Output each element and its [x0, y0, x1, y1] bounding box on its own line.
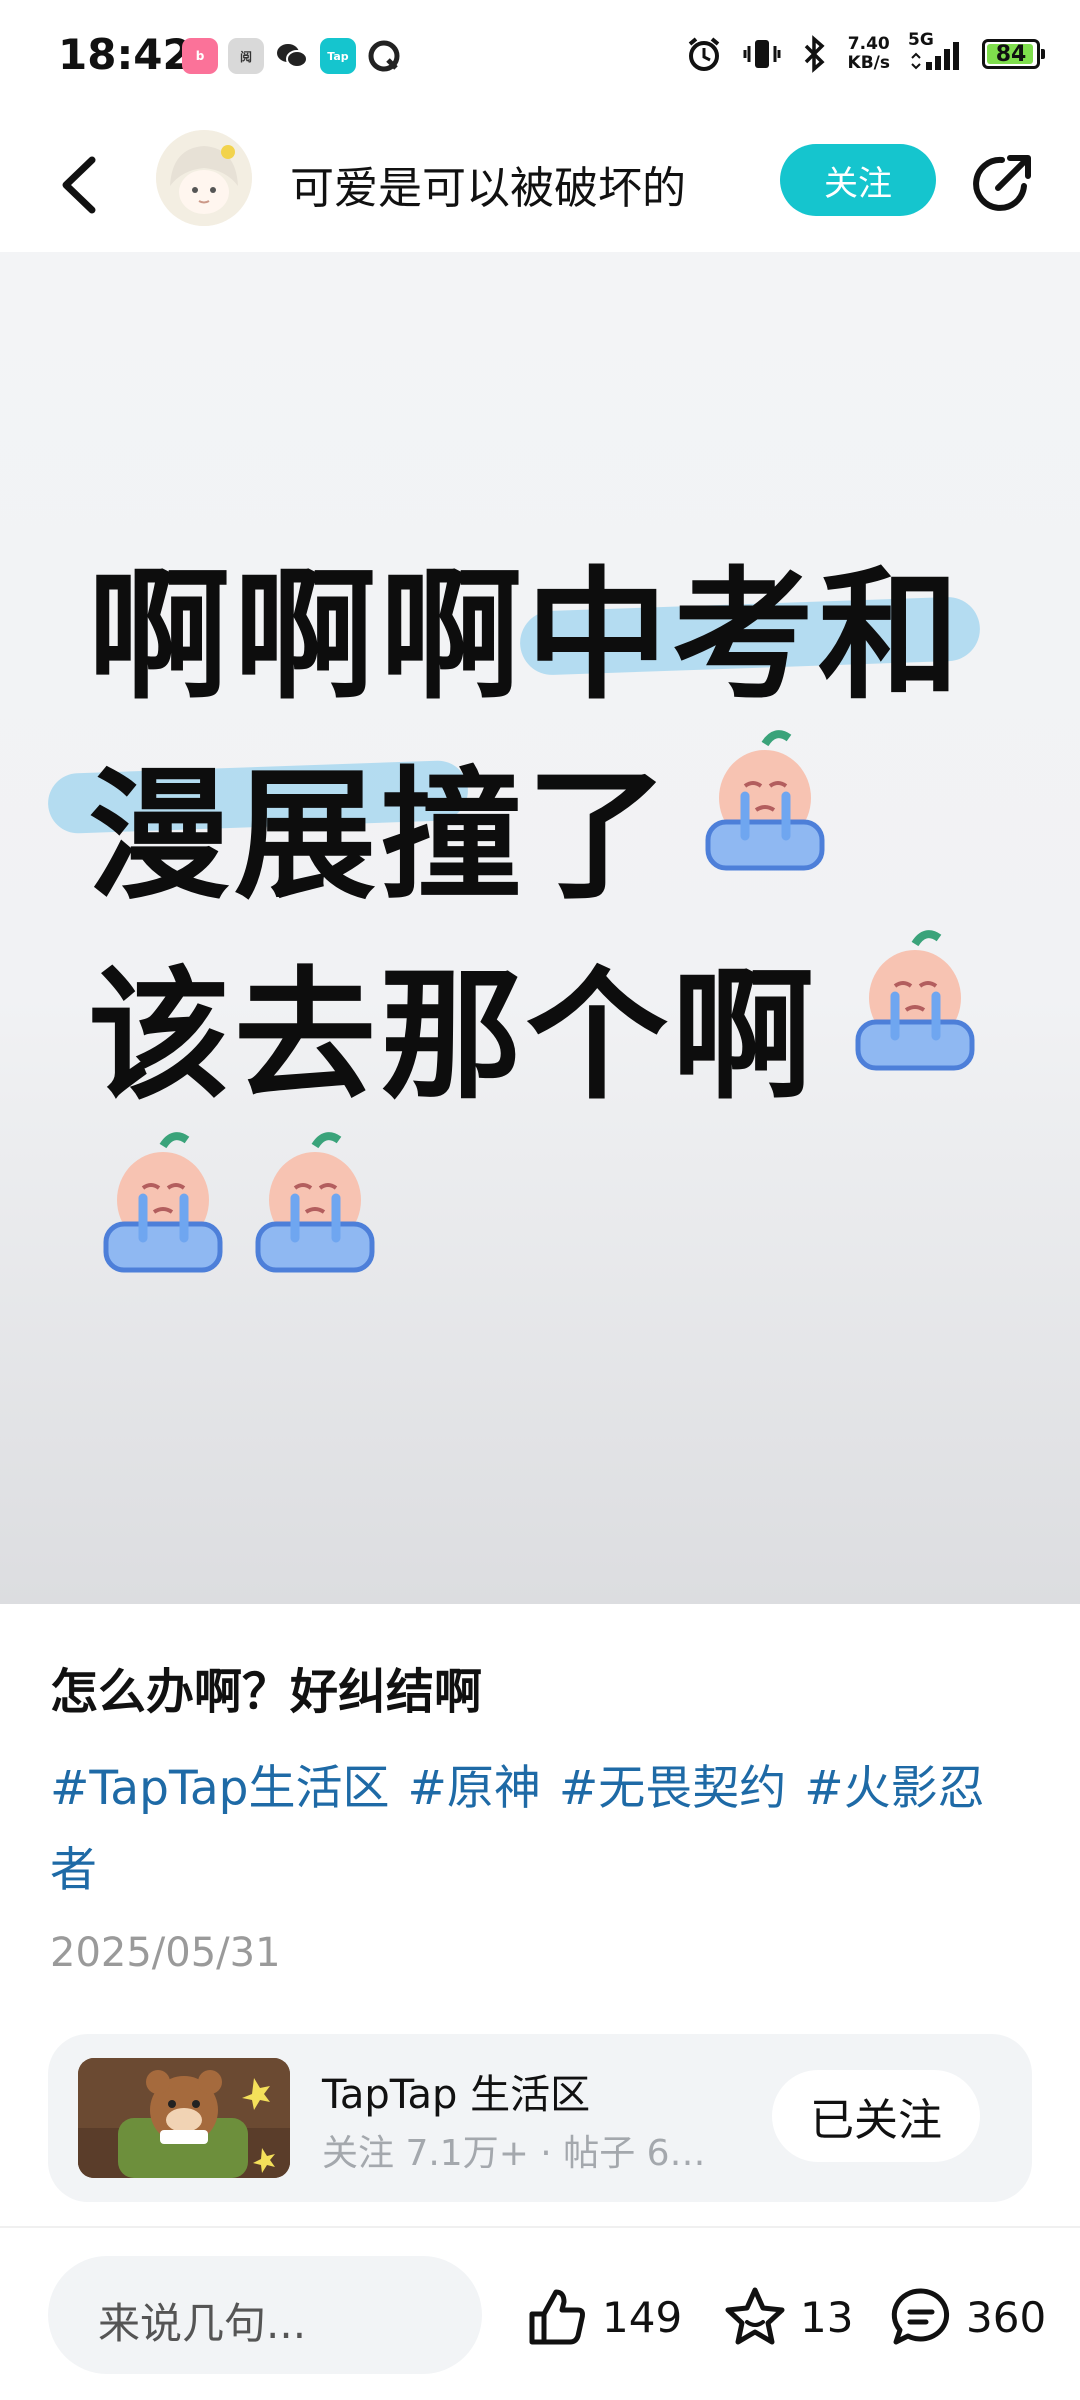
crying-emoji — [103, 1132, 223, 1273]
bilibili-icon: b — [182, 38, 218, 74]
followed-button[interactable]: 已关注 — [772, 2070, 980, 2162]
qq-icon — [366, 38, 402, 74]
favorite-count: 13 — [800, 2292, 854, 2342]
network-speed-unit: KB/s — [847, 53, 890, 73]
meme-text-line: 漫展撞了 — [88, 754, 672, 919]
like-button[interactable]: 149 — [524, 2280, 682, 2354]
star-icon — [725, 2287, 785, 2345]
like-count: 149 — [602, 2292, 683, 2342]
status-app-icons: b 阅 Tap — [182, 38, 402, 74]
follow-button[interactable]: 关注 — [780, 144, 936, 216]
comment-count: 360 — [966, 2292, 1047, 2342]
status-bar: 18:42 b 阅 Tap 7.40 KB/s 5G 84 — [0, 0, 1080, 118]
taptap-icon: Tap — [320, 38, 356, 74]
author-name[interactable]: 可爱是可以被破坏的 — [290, 152, 686, 216]
post-header: 可爱是可以被破坏的 关注 — [0, 118, 1080, 252]
community-name: TapTap 生活区 — [322, 2072, 591, 2118]
crying-emoji — [255, 1132, 375, 1273]
favorite-button[interactable]: 13 — [722, 2280, 853, 2354]
network-speed: 7.40 KB/s — [848, 35, 890, 73]
crying-emoji — [705, 730, 825, 871]
status-indicators: 7.40 KB/s 5G 84 — [684, 30, 1045, 74]
network-speed-value: 7.40 — [847, 34, 890, 54]
divider — [0, 2226, 1080, 2228]
post-tags: #TapTap生活区 #原神 #无畏契约 #火影忍者 — [50, 1748, 1040, 1912]
community-card[interactable]: TapTap 生活区 关注 7.1万+ · 帖子 6… 已关注 — [48, 2034, 1032, 2202]
post-date: 2025/05/31 — [50, 1930, 281, 1976]
avatar[interactable] — [156, 130, 252, 226]
comment-button[interactable]: 360 — [888, 2280, 1046, 2354]
community-stats: 关注 7.1万+ · 帖子 6… — [322, 2133, 706, 2174]
meme-text-line: 该去那个啊 — [88, 954, 818, 1119]
battery-level: 84 — [995, 41, 1027, 67]
comment-input[interactable]: 来说几句... — [48, 2256, 482, 2374]
reader-icon: 阅 — [228, 38, 264, 74]
comment-placeholder: 来说几句... — [98, 2299, 307, 2348]
share-icon[interactable] — [968, 148, 1038, 218]
crying-emoji — [855, 930, 975, 1071]
battery-indicator: 84 — [982, 39, 1045, 69]
alarm-icon — [688, 37, 719, 71]
signal-icon: 5G — [908, 30, 964, 74]
thumbs-up-icon — [529, 2289, 585, 2345]
tag-link[interactable]: #原神 — [408, 1761, 541, 1816]
community-cover-image — [78, 2058, 290, 2178]
tag-link[interactable]: #无畏契约 — [559, 1761, 786, 1816]
post-image[interactable]: 啊啊啊中考和 漫展撞了 该去那个啊 — [0, 252, 1080, 1604]
back-arrow-icon[interactable] — [50, 150, 110, 220]
status-time: 18:42 — [58, 30, 192, 79]
comment-bubble-icon — [891, 2288, 950, 2345]
meme-text-line: 啊啊啊中考和 — [88, 554, 964, 719]
post-title: 怎么办啊？好纠结啊 — [50, 1664, 483, 1720]
bluetooth-icon — [804, 35, 825, 73]
tag-link[interactable]: #TapTap生活区 — [50, 1761, 390, 1816]
vibrate-icon — [743, 40, 781, 68]
wechat-icon — [274, 38, 310, 74]
